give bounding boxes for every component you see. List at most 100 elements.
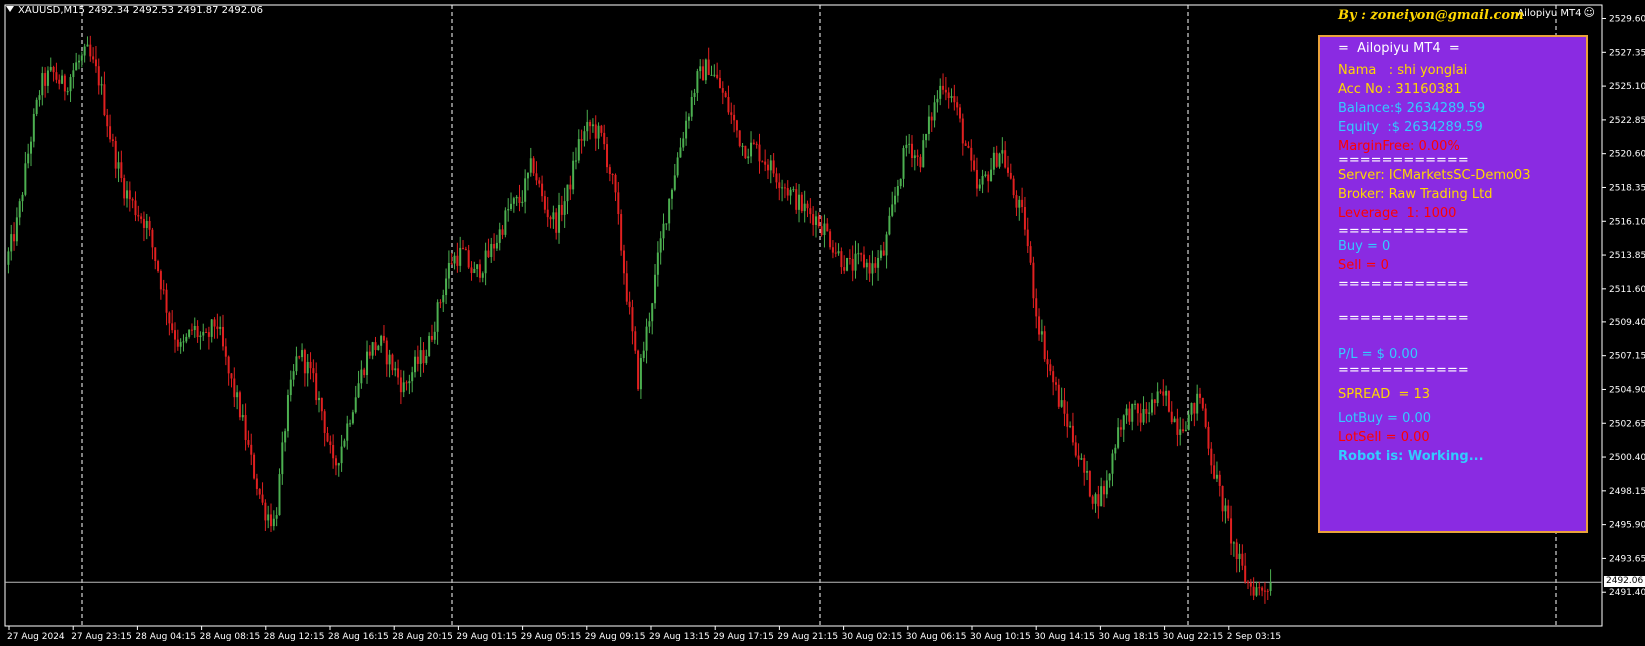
candle-body	[476, 264, 479, 269]
candle-body	[80, 55, 83, 61]
y-tick-label: 2509.40	[1609, 318, 1645, 328]
candle-body	[94, 59, 97, 67]
candle-body	[639, 358, 642, 390]
candle-body	[205, 331, 208, 333]
candle-body	[902, 148, 905, 179]
candle-body	[846, 258, 849, 271]
candle-body	[735, 120, 738, 131]
x-tick-label: 28 Aug 04:15	[135, 632, 196, 642]
candle-body	[145, 220, 148, 228]
candle-body	[738, 130, 741, 146]
candle-body	[558, 204, 561, 233]
candle-body	[1071, 425, 1074, 443]
candle-body	[823, 223, 826, 236]
candle-body	[967, 145, 970, 148]
candle-body	[882, 250, 885, 256]
candle-body	[32, 113, 35, 142]
candle-body	[1224, 505, 1227, 512]
dropdown-triangle-icon[interactable]	[6, 6, 14, 12]
candle-body	[63, 75, 66, 92]
candle-body	[696, 71, 699, 93]
candle-body	[1086, 471, 1089, 473]
candle-body	[942, 85, 945, 90]
candle-body	[916, 155, 919, 157]
candle-body	[546, 209, 549, 218]
candle-body	[202, 331, 205, 336]
candle-body	[199, 335, 202, 338]
candle-body	[515, 196, 518, 199]
candle-body	[470, 267, 473, 274]
candle-body	[1063, 400, 1066, 414]
candle-body	[213, 319, 216, 327]
candle-body	[1170, 411, 1173, 423]
candle-body	[131, 199, 134, 201]
candle-body	[704, 59, 707, 81]
candle-body	[1249, 582, 1252, 587]
panel-line: Server: ICMarketsSC-Demo03	[1338, 168, 1531, 183]
candle-body	[473, 268, 476, 274]
panel-line: Broker: Raw Trading Ltd	[1338, 187, 1493, 202]
candle-body	[295, 356, 298, 372]
candle-body	[1244, 565, 1247, 583]
candle-body	[394, 368, 397, 371]
candle-body	[1060, 400, 1063, 407]
candle-body	[919, 156, 922, 168]
candle-body	[710, 74, 713, 76]
candle-body	[419, 350, 422, 364]
candle-body	[899, 178, 902, 187]
candle-body	[27, 153, 30, 164]
candle-body	[1052, 371, 1055, 383]
candle-body	[323, 411, 326, 433]
candle-body	[834, 252, 837, 254]
candle-body	[318, 397, 321, 401]
candle-body	[676, 157, 679, 176]
candle-body	[55, 72, 58, 80]
candle-body	[617, 192, 620, 215]
candle-body	[1193, 403, 1196, 414]
candle-body	[925, 133, 928, 141]
candle-body	[713, 74, 716, 76]
candle-body	[1080, 458, 1083, 460]
candle-body	[812, 214, 815, 225]
x-tick-label: 29 Aug 13:15	[649, 632, 710, 642]
candle-body	[1156, 391, 1159, 404]
candle-body	[504, 210, 507, 235]
candle-body	[111, 139, 114, 141]
candle-body	[851, 258, 854, 271]
candle-body	[1148, 412, 1151, 414]
candle-body	[730, 112, 733, 115]
candle-body	[1258, 587, 1261, 589]
candle-body	[456, 255, 459, 266]
candle-body	[659, 238, 662, 253]
candle-body	[891, 204, 894, 216]
candle-body	[1026, 229, 1029, 247]
candle-body	[272, 518, 275, 527]
expert-advisor-label[interactable]: Ailopiyu MT4 ☺	[1517, 6, 1595, 19]
candle-body	[532, 158, 535, 174]
candle-body	[380, 335, 383, 346]
candle-body	[286, 395, 289, 432]
candle-body	[1145, 408, 1148, 414]
candle-body	[707, 59, 710, 75]
y-tick-label: 2493.65	[1609, 554, 1645, 564]
candle-body	[888, 215, 891, 235]
candle-body	[165, 289, 168, 313]
candle-body	[10, 234, 13, 252]
candle-body	[868, 262, 871, 274]
candle-body	[1142, 408, 1145, 423]
candle-body	[1100, 486, 1103, 507]
candle-body	[340, 446, 343, 464]
candle-body	[1139, 413, 1142, 423]
candle-body	[947, 92, 950, 99]
candle-body	[303, 350, 306, 374]
candle-body	[270, 514, 273, 527]
x-tick-label: 29 Aug 17:15	[713, 632, 774, 642]
candle-body	[1227, 505, 1230, 519]
candle-body	[72, 70, 75, 78]
candle-body	[591, 124, 594, 127]
candle-body	[354, 397, 357, 413]
candle-body	[109, 126, 112, 140]
x-tick-label: 28 Aug 08:15	[200, 632, 261, 642]
x-tick-label: 29 Aug 21:15	[777, 632, 838, 642]
candle-body	[1235, 542, 1238, 560]
